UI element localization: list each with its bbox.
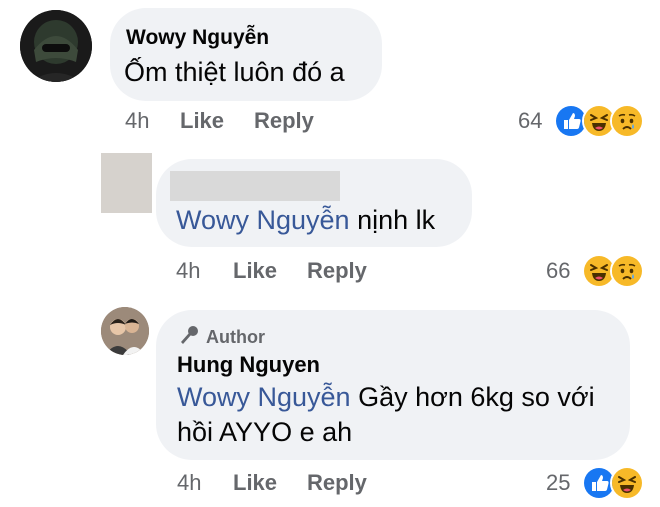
comment-author[interactable]: Hung Nguyen (177, 352, 320, 378)
sad-icon (610, 254, 644, 288)
author-badge: Author (178, 324, 265, 351)
like-button[interactable]: Like (233, 470, 277, 496)
author-reply-line2: hồi AYYO e ah (177, 417, 353, 447)
avatar-wowy[interactable] (20, 10, 92, 82)
reaction-count[interactable]: 66 (546, 258, 570, 284)
reply-text: Wowy Nguyễn nịnh lk (176, 202, 435, 238)
comment-timestamp[interactable]: 4h (125, 108, 149, 134)
reply-text-body: nịnh lk (349, 205, 436, 235)
author-reply-line1: Gầy hơn 6kg so với (350, 382, 595, 412)
reaction-icons[interactable] (554, 104, 644, 138)
mention-link[interactable]: Wowy Nguyễn (177, 382, 351, 412)
redacted-author-name (170, 171, 340, 201)
avatar-hung-nguyen[interactable] (101, 307, 149, 355)
reply-button[interactable]: Reply (307, 470, 367, 496)
reaction-count[interactable]: 64 (518, 108, 542, 134)
reply-button[interactable]: Reply (307, 258, 367, 284)
comment-text: Ốm thiệt luôn đó a (124, 57, 345, 87)
reply-button[interactable]: Reply (254, 108, 314, 134)
avatar-redacted[interactable] (101, 153, 152, 213)
like-button[interactable]: Like (180, 108, 224, 134)
comment-timestamp[interactable]: 4h (176, 258, 200, 284)
microphone-icon (178, 324, 200, 351)
like-button[interactable]: Like (233, 258, 277, 284)
comment-author[interactable]: Wowy Nguyễn (126, 26, 269, 50)
reaction-icons[interactable] (582, 254, 644, 288)
reaction-icons[interactable] (582, 466, 644, 500)
reaction-count[interactable]: 25 (546, 470, 570, 496)
mention-link[interactable]: Wowy Nguyễn (176, 205, 350, 235)
author-badge-label: Author (206, 327, 265, 347)
author-reply-text: Wowy Nguyễn Gầy hơn 6kg so với (177, 379, 595, 415)
comment-timestamp[interactable]: 4h (177, 470, 201, 496)
sad-icon (610, 104, 644, 138)
haha-icon (610, 466, 644, 500)
